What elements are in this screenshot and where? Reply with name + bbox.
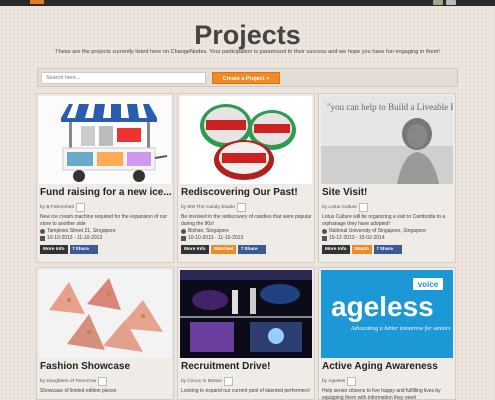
share-label: Share: [75, 247, 89, 252]
card-actions: More Info f Share: [40, 245, 98, 254]
more-info-button[interactable]: More Info: [181, 245, 209, 254]
project-title[interactable]: Fashion Showcase: [40, 361, 174, 372]
top-nav-bar: [0, 0, 495, 6]
owner-avatar: [358, 203, 368, 212]
project-image-fabric-pouches[interactable]: [39, 270, 171, 358]
project-title[interactable]: Fund raising for a new ice...: [40, 187, 174, 198]
location-text: Bishan, Singapore: [188, 228, 229, 234]
location-text: Tampines Street 21, Singapore: [47, 228, 116, 234]
owner-name[interactable]: by Ageless: [322, 379, 345, 384]
image-caption: "you can help to Build a Liveable Future…: [327, 102, 453, 112]
project-owner[interactable]: by Circus In Motion: [181, 377, 234, 386]
location-pin-icon: [322, 228, 327, 234]
search-input[interactable]: [41, 72, 206, 84]
project-dates: 10-10-2013 - 11-10-2013: [40, 235, 102, 241]
project-owner[interactable]: by Daughters of Tomorrow: [40, 377, 108, 386]
owner-avatar: [98, 377, 108, 386]
search-bar: Create a Project +: [37, 68, 458, 87]
project-dates: 10-10-2013 - 11-10-2013: [181, 235, 243, 241]
project-owner[interactable]: by Lotus Culture: [322, 203, 368, 212]
logo-voice-text: voice: [418, 280, 439, 289]
calendar-icon: [40, 235, 45, 241]
calendar-icon: [322, 235, 327, 241]
project-card[interactable]: voice ageless Advocating a better tomorr…: [318, 267, 456, 400]
logo-ageless-text: ageless: [331, 291, 434, 322]
share-label: Share: [379, 247, 394, 252]
project-card[interactable]: Fashion Showcase by Daughters of Tomorro…: [36, 267, 174, 400]
project-owner[interactable]: by B Fahrenheit: [40, 203, 85, 212]
location-text: National University of Singapore, Singap…: [329, 228, 426, 234]
dates-text: 10-10-2013 - 11-10-2013: [47, 235, 103, 241]
share-button[interactable]: f Share: [238, 245, 267, 254]
owner-avatar: [347, 377, 357, 386]
location-pin-icon: [181, 228, 186, 234]
project-description: Be involved in the rediscovery of candie…: [181, 214, 312, 227]
owner-avatar: [224, 377, 234, 386]
share-label: Share: [244, 247, 258, 252]
location-pin-icon: [40, 228, 45, 234]
project-description: Showcase of limited edition pieces: [40, 388, 117, 394]
project-location: Tampines Street 21, Singapore: [40, 228, 116, 234]
logo-tagline: Advocating a better tomorrow for seniors: [350, 325, 451, 332]
project-description: Lotus Culture will be organizing a visit…: [322, 214, 446, 227]
share-button[interactable]: f Share: [69, 245, 98, 254]
create-project-button[interactable]: Create a Project +: [212, 72, 280, 84]
project-description: New ice cream machine required for the e…: [40, 214, 168, 227]
project-card[interactable]: "you can help to Build a Liveable Future…: [318, 93, 456, 263]
cart-icon[interactable]: [446, 0, 456, 5]
project-description: Help senior citizens to live happy and f…: [322, 388, 441, 400]
project-owner[interactable]: by Ageless: [322, 377, 357, 386]
project-owner[interactable]: by 90s The Candy Studio: [181, 203, 246, 212]
owner-name[interactable]: by 90s The Candy Studio: [181, 205, 235, 210]
project-title[interactable]: Recruitment Drive!: [181, 361, 315, 372]
project-image-child-photo[interactable]: "you can help to Build a Liveable Future…: [321, 96, 453, 184]
project-card[interactable]: Fund raising for a new ice... by B Fahre…: [36, 93, 174, 263]
share-button[interactable]: f Share: [373, 245, 402, 254]
dates-text: 10-10-2013 - 11-10-2013: [188, 235, 244, 241]
project-dates: 15-12-2013 - 15-02-2014: [322, 235, 385, 241]
more-info-button[interactable]: More Info: [40, 245, 68, 254]
card-actions: More Info Watched f Share: [181, 245, 267, 254]
owner-name[interactable]: by Lotus Culture: [322, 205, 357, 210]
project-title[interactable]: Rediscovering Our Past!: [181, 187, 315, 198]
user-icon[interactable]: [433, 0, 443, 5]
project-image-candy-tins[interactable]: [180, 96, 312, 184]
owner-name[interactable]: by B Fahrenheit: [40, 205, 74, 210]
more-info-button[interactable]: More Info: [322, 245, 350, 254]
project-title[interactable]: Active Aging Awareness: [322, 361, 456, 372]
owner-name[interactable]: by Daughters of Tomorrow: [40, 379, 96, 384]
project-image-ageless-logo[interactable]: voice ageless Advocating a better tomorr…: [321, 270, 453, 358]
project-card[interactable]: Recruitment Drive! by Circus In Motion L…: [177, 267, 315, 400]
site-logo[interactable]: [30, 0, 44, 4]
page-intro: These are the projects currently listed …: [55, 49, 440, 55]
watched-button[interactable]: Watched: [210, 245, 237, 254]
owner-avatar: [75, 203, 85, 212]
project-card[interactable]: Rediscovering Our Past! by 90s The Candy…: [177, 93, 315, 263]
owner-avatar: [236, 203, 246, 212]
watch-button[interactable]: Watch: [351, 245, 372, 254]
project-location: National University of Singapore, Singap…: [322, 228, 426, 234]
project-location: Bishan, Singapore: [181, 228, 229, 234]
dates-text: 15-12-2013 - 15-02-2014: [329, 235, 385, 241]
project-image-ice-cream-cart[interactable]: [39, 96, 171, 184]
project-title[interactable]: Site Visit!: [322, 187, 456, 198]
card-actions: More Info Watch f Share: [322, 245, 402, 254]
calendar-icon: [181, 235, 186, 241]
page-title: Projects: [194, 20, 301, 50]
project-description: Looking to expand our current pool of ta…: [181, 388, 310, 394]
project-image-stage-performance[interactable]: [180, 270, 312, 358]
owner-name[interactable]: by Circus In Motion: [181, 379, 222, 384]
